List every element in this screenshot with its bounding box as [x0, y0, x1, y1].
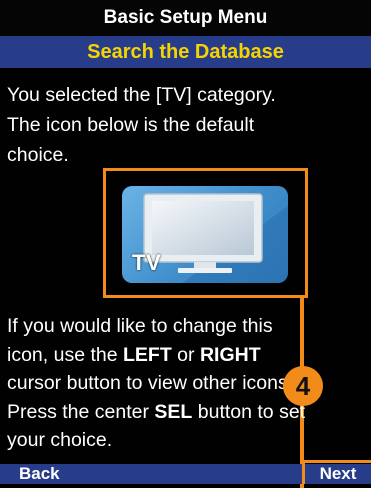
help-line-1: If you would like to change this: [7, 315, 273, 337]
description-line-1: You selected the [TV] category.: [7, 84, 276, 106]
help-line-4-end: button to set: [192, 400, 306, 423]
help-line-4-text: Press the center: [7, 400, 155, 423]
help-line-5: your choice.: [7, 429, 113, 451]
help-line-2-or: or: [171, 343, 200, 366]
screen-subtitle: Search the Database: [0, 36, 371, 68]
annotation-badge: 4: [283, 366, 323, 406]
annotation-highlight-box: [103, 168, 308, 298]
right-key-label: RIGHT: [199, 343, 261, 366]
description-line-3: choice.: [7, 144, 69, 166]
sel-key-label: SEL: [154, 400, 193, 423]
description-text: You selected the [TV] category. The icon…: [7, 80, 367, 170]
device-screen: Basic Setup Menu Search the Database You…: [0, 0, 371, 488]
next-softkey[interactable]: Next: [302, 460, 371, 484]
help-line-2: icon, use the LEFT or RIGHT: [7, 341, 371, 370]
menu-title: Basic Setup Menu: [0, 0, 371, 36]
description-line-2: The icon below is the default: [7, 114, 255, 136]
help-line-4: Press the center SEL button to set: [7, 398, 371, 427]
help-line-2-text: icon, use the: [7, 343, 123, 366]
left-key-label: LEFT: [123, 343, 172, 366]
back-softkey[interactable]: Back: [19, 464, 60, 484]
